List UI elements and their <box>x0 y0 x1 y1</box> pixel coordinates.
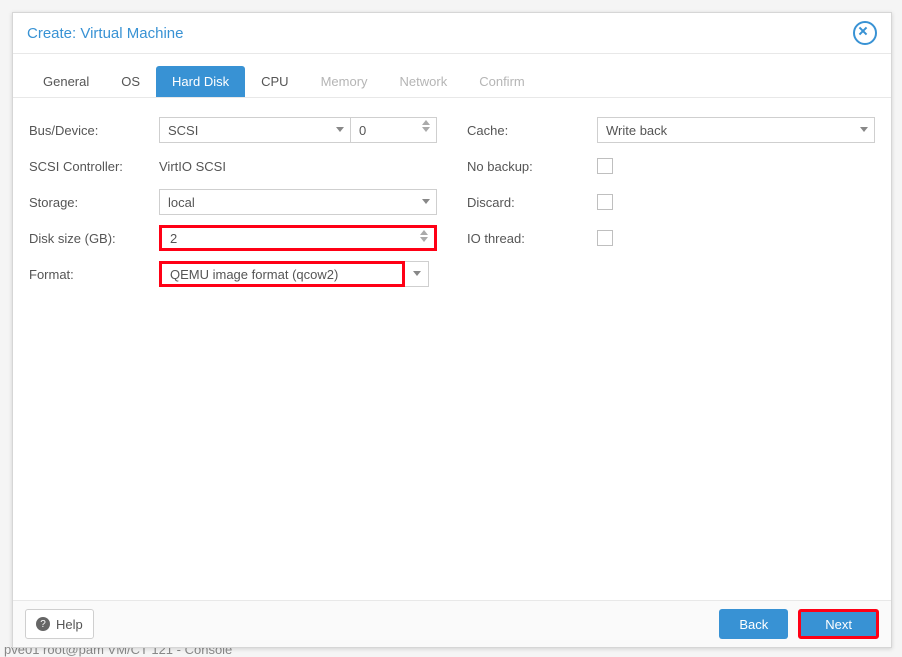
no-backup-label: No backup: <box>467 159 597 174</box>
row-cache: Cache: Write back <box>467 116 875 144</box>
bus-dropdown[interactable]: SCSI <box>159 117 351 143</box>
stepper-icon[interactable] <box>418 230 430 242</box>
wizard-tabbar: General OS Hard Disk CPU Memory Network … <box>13 54 891 98</box>
create-vm-dialog: Create: Virtual Machine General OS Hard … <box>12 12 892 648</box>
chevron-down-icon <box>413 271 421 276</box>
row-format: Format: QEMU image format (qcow2) <box>29 260 437 288</box>
format-caret[interactable] <box>405 261 429 287</box>
back-button[interactable]: Back <box>719 609 788 639</box>
right-column: Cache: Write back No backup: Discard: IO… <box>467 116 875 582</box>
close-icon[interactable] <box>853 21 877 45</box>
cache-value: Write back <box>606 123 667 138</box>
row-io-thread: IO thread: <box>467 224 875 252</box>
disk-size-value: 2 <box>170 231 177 246</box>
io-thread-checkbox[interactable] <box>597 230 613 246</box>
scsi-controller-value: VirtIO SCSI <box>159 159 437 174</box>
tab-os[interactable]: OS <box>105 66 156 97</box>
row-scsi-controller: SCSI Controller: VirtIO SCSI <box>29 152 437 180</box>
disk-size-spinner[interactable]: 2 <box>159 225 437 251</box>
bus-value: SCSI <box>168 123 198 138</box>
tab-memory: Memory <box>305 66 384 97</box>
device-spinner[interactable]: 0 <box>351 117 437 143</box>
dialog-body: Bus/Device: SCSI 0 SCSI Controller: <box>13 98 891 600</box>
chevron-down-icon <box>860 127 868 132</box>
format-label: Format: <box>29 267 159 282</box>
no-backup-checkbox[interactable] <box>597 158 613 174</box>
storage-value: local <box>168 195 195 210</box>
tab-network: Network <box>384 66 464 97</box>
cache-dropdown[interactable]: Write back <box>597 117 875 143</box>
help-icon: ? <box>36 617 50 631</box>
dialog-header: Create: Virtual Machine <box>13 13 891 54</box>
row-discard: Discard: <box>467 188 875 216</box>
row-storage: Storage: local <box>29 188 437 216</box>
cache-label: Cache: <box>467 123 597 138</box>
row-bus-device: Bus/Device: SCSI 0 <box>29 116 437 144</box>
device-value: 0 <box>359 123 366 138</box>
format-dropdown[interactable]: QEMU image format (qcow2) <box>159 261 405 287</box>
format-value: QEMU image format (qcow2) <box>170 267 338 282</box>
disk-size-label: Disk size (GB): <box>29 231 159 246</box>
discard-checkbox[interactable] <box>597 194 613 210</box>
discard-label: Discard: <box>467 195 597 210</box>
storage-dropdown[interactable]: local <box>159 189 437 215</box>
tab-hard-disk[interactable]: Hard Disk <box>156 66 245 97</box>
help-button[interactable]: ? Help <box>25 609 94 639</box>
dialog-title: Create: Virtual Machine <box>27 25 853 42</box>
scsi-controller-label: SCSI Controller: <box>29 159 159 174</box>
storage-label: Storage: <box>29 195 159 210</box>
io-thread-label: IO thread: <box>467 231 597 246</box>
tab-confirm: Confirm <box>463 66 541 97</box>
chevron-down-icon <box>422 199 430 204</box>
tab-cpu[interactable]: CPU <box>245 66 304 97</box>
row-no-backup: No backup: <box>467 152 875 180</box>
help-label: Help <box>56 617 83 632</box>
row-disk-size: Disk size (GB): 2 <box>29 224 437 252</box>
bus-device-label: Bus/Device: <box>29 123 159 138</box>
dialog-footer: ? Help Back Next <box>13 600 891 647</box>
stepper-icon[interactable] <box>420 120 432 132</box>
chevron-down-icon <box>336 127 344 132</box>
left-column: Bus/Device: SCSI 0 SCSI Controller: <box>29 116 437 582</box>
tab-general[interactable]: General <box>27 66 105 97</box>
next-button[interactable]: Next <box>798 609 879 639</box>
